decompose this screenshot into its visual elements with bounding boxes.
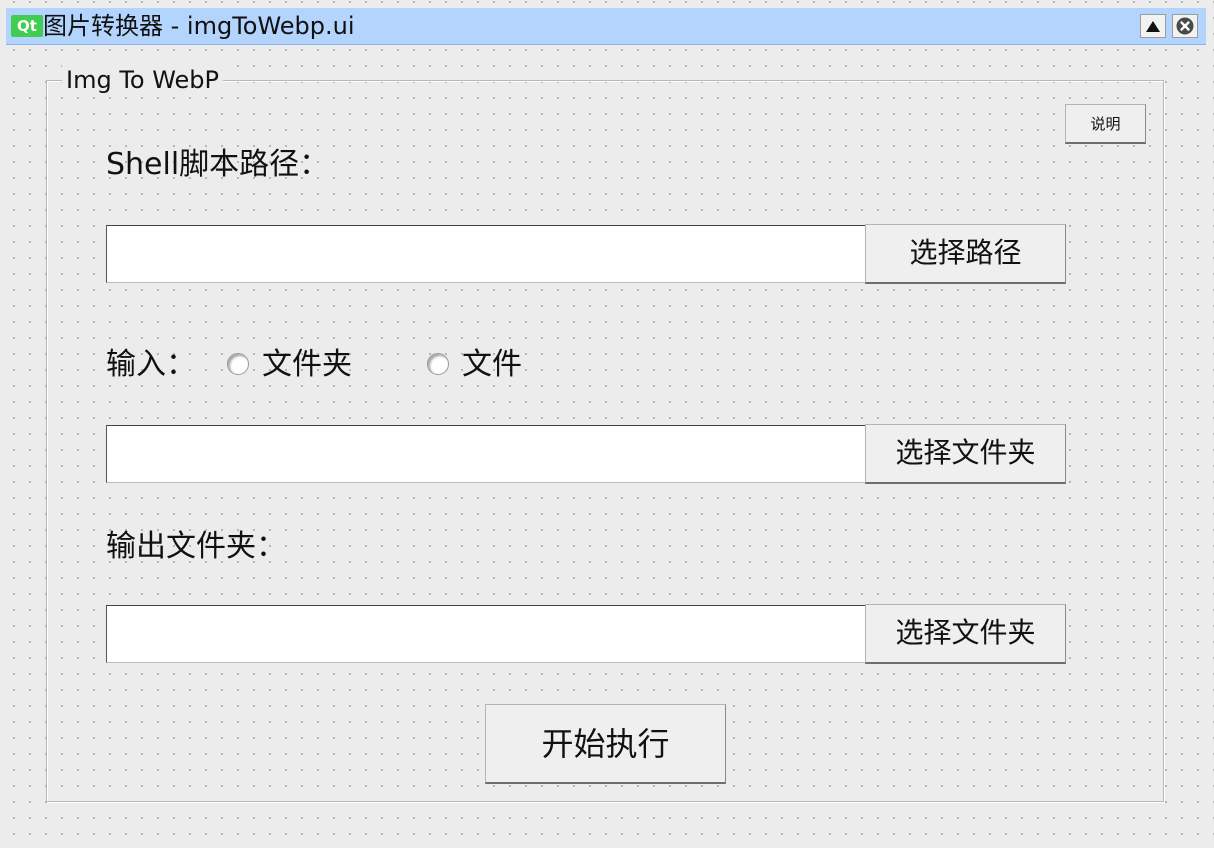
output-path-field[interactable]	[106, 605, 866, 663]
radio-folder-label[interactable]: 文件夹	[262, 345, 352, 385]
close-circle-icon	[1176, 17, 1194, 35]
start-button[interactable]: 开始执行	[485, 704, 726, 784]
group-box-title: Img To WebP	[62, 64, 224, 96]
shell-path-input[interactable]	[106, 225, 866, 283]
select-input-folder-button[interactable]: 选择文件夹	[865, 424, 1066, 484]
main-window: Qt 图片转换器 - imgToWebp.ui Img To WebP 说明 S…	[0, 0, 1214, 848]
input-label: 输入：	[106, 347, 196, 382]
radio-file[interactable]	[427, 353, 449, 375]
help-button[interactable]: 说明	[1065, 104, 1146, 144]
select-path-button[interactable]: 选择路径	[865, 224, 1066, 284]
maximize-button[interactable]	[1140, 14, 1166, 38]
radio-file-label[interactable]: 文件	[462, 345, 522, 385]
close-button[interactable]	[1172, 14, 1198, 38]
output-folder-label: 输出文件夹：	[106, 529, 286, 564]
select-output-folder-button[interactable]: 选择文件夹	[865, 604, 1066, 664]
shell-path-label: Shell脚本路径：	[106, 147, 330, 182]
input-path-field[interactable]	[106, 425, 866, 483]
title-bar[interactable]: Qt 图片转换器 - imgToWebp.ui	[6, 8, 1206, 45]
radio-folder[interactable]	[227, 353, 249, 375]
qt-logo: Qt	[11, 15, 43, 37]
triangle-up-icon	[1146, 21, 1160, 32]
window-title: 图片转换器 - imgToWebp.ui	[43, 12, 355, 40]
